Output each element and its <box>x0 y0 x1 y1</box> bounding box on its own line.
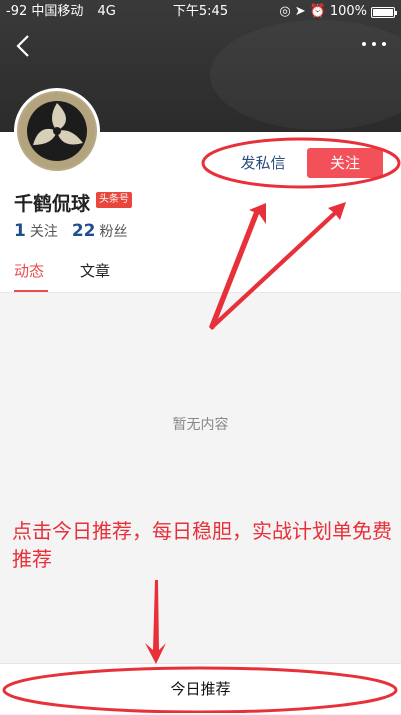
profile-tabs: 动态 文章 <box>0 252 401 293</box>
location-icon: ➤ <box>294 4 306 19</box>
avatar[interactable] <box>14 88 100 174</box>
bottom-bar: 今日推荐 <box>0 663 401 714</box>
following-label: 关注 <box>29 224 58 240</box>
status-bar: -92 中国移动 4G 下午5:45 ◎ ➤ ⏰ 100% <box>0 0 401 24</box>
active-tab-indicator <box>14 290 48 292</box>
following-stat[interactable]: 1 关注 <box>14 221 58 241</box>
follow-button[interactable]: 关注 <box>307 148 383 178</box>
empty-state-text: 暂无内容 <box>172 417 229 433</box>
followers-label: 粉丝 <box>99 224 128 240</box>
following-count: 1 <box>14 221 26 241</box>
tab-articles[interactable]: 文章 <box>80 260 110 281</box>
status-right: ◎ ➤ ⏰ 100% <box>279 0 397 24</box>
lock-rotation-icon: ◎ <box>279 4 291 19</box>
followers-stat[interactable]: 22 粉丝 <box>72 221 128 241</box>
crest-logo-icon <box>19 93 95 169</box>
tab-dynamics[interactable]: 动态 <box>14 260 44 281</box>
profile-name: 千鹤侃球 <box>14 193 91 215</box>
alarm-icon: ⏰ <box>309 4 326 19</box>
profile-stats: 1 关注 22 粉丝 <box>14 221 128 241</box>
toutiao-badge: 头条号 <box>96 192 132 208</box>
more-horizontal-icon <box>362 42 386 46</box>
avatar-image <box>17 91 97 171</box>
today-recommend-button[interactable]: 今日推荐 <box>0 664 401 714</box>
chevron-left-icon <box>16 35 29 57</box>
back-button[interactable] <box>10 30 40 62</box>
annotation-text: 点击今日推荐，每日稳胆，实战计划单免费推荐 <box>12 519 392 571</box>
more-button[interactable] <box>359 34 389 54</box>
battery-percent: 100% <box>329 4 367 19</box>
annotation-arrow-down <box>145 580 166 664</box>
send-message-button[interactable]: 发私信 <box>232 148 294 178</box>
followers-count: 22 <box>71 221 96 241</box>
battery-icon <box>371 6 397 18</box>
